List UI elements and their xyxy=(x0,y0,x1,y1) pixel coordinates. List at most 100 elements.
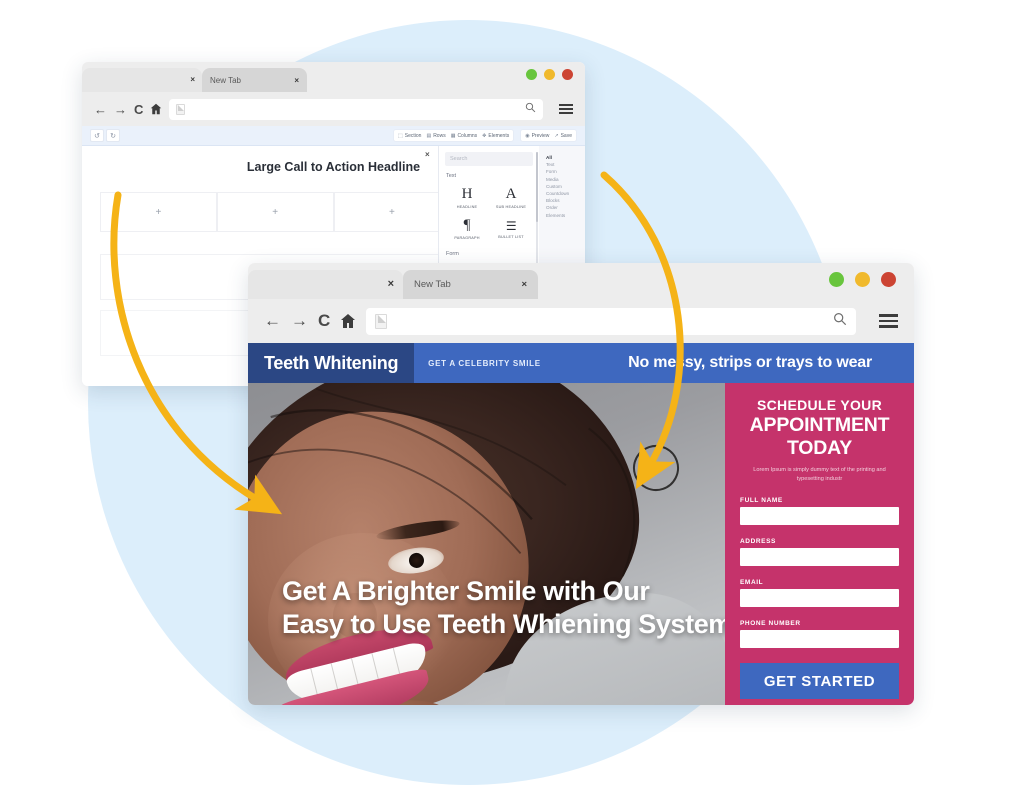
preview-tabstrip: × New Tab × xyxy=(248,263,914,299)
sidebar-item-countdown[interactable]: Countdown xyxy=(546,190,585,197)
add-element-plus-icon[interactable]: + xyxy=(155,207,161,218)
landing-top-bar: Teeth Whitening GET A CELEBRITY SMILE No… xyxy=(248,343,914,383)
close-dot-icon[interactable] xyxy=(562,69,573,80)
elements-tile-grid: H HEADLINE A SUB HEADLINE ¶ PARAGRAPH ☰ … xyxy=(445,182,533,244)
preview-icon: ◉ xyxy=(525,132,530,139)
paragraph-icon: ¶ xyxy=(463,217,471,233)
full-name-input[interactable] xyxy=(740,507,899,525)
get-started-button[interactable]: GET STARTED xyxy=(740,663,899,699)
minimize-dot-icon[interactable] xyxy=(829,272,844,287)
sidebar-item-text[interactable]: Text xyxy=(546,161,585,168)
add-element-plus-icon[interactable]: + xyxy=(389,207,395,218)
minimize-dot-icon[interactable] xyxy=(526,69,537,80)
element-tile-label: SUB HEADLINE xyxy=(495,205,527,209)
preview-tab-ghost-close-icon[interactable]: × xyxy=(388,278,394,290)
element-tile-paragraph[interactable]: ¶ PARAGRAPH xyxy=(445,213,489,244)
sidebar-item-elements[interactable]: Elements xyxy=(546,212,585,219)
toolbar-rows-label: Rows xyxy=(433,132,446,139)
forward-arrow-icon[interactable]: → xyxy=(114,102,127,117)
builder-navbar: ← → C xyxy=(82,92,585,126)
element-tile-headline[interactable]: H HEADLINE xyxy=(445,182,489,213)
form-description: Lorem Ipsum is simply dummy text of the … xyxy=(753,467,886,482)
maximize-dot-icon[interactable] xyxy=(544,69,555,80)
forward-arrow-icon[interactable]: → xyxy=(291,311,308,331)
preview-tab-label: New Tab xyxy=(414,279,451,290)
tagline-text: No messy, strips or trays to wear xyxy=(628,354,872,371)
email-input[interactable] xyxy=(740,589,899,607)
maximize-dot-icon[interactable] xyxy=(855,272,870,287)
address-input[interactable] xyxy=(740,548,899,566)
toolbar-rows-button[interactable]: ▤ Rows xyxy=(426,133,445,139)
element-tile-label: BULLET LIST xyxy=(498,234,524,239)
undo-icon[interactable]: ↺ xyxy=(90,129,104,142)
close-dot-icon[interactable] xyxy=(881,272,896,287)
element-tile-bullet-list[interactable]: ☰ BULLET LIST xyxy=(489,213,533,244)
save-icon: ↗ xyxy=(554,132,559,139)
toolbar-elements-button[interactable]: ✥ Elements xyxy=(482,133,509,139)
form-subtitle: SCHEDULE YOUR xyxy=(757,397,882,413)
back-arrow-icon[interactable]: ← xyxy=(264,311,281,331)
hero-headline: Get A Brighter Smile with Our Easy to Us… xyxy=(282,575,725,641)
element-tile-sub-headline[interactable]: A SUB HEADLINE xyxy=(489,182,533,213)
toolbar-columns-label: Columns xyxy=(457,132,478,139)
toolbar-preview-button[interactable]: ◉ Preview xyxy=(525,133,549,139)
preview-window-controls xyxy=(829,272,896,287)
hero-headline-line-2: Easy to Use Teeth Whiening System xyxy=(282,609,725,639)
builder-window-controls xyxy=(526,69,573,80)
home-icon[interactable] xyxy=(340,313,356,329)
page-document-icon xyxy=(176,103,186,115)
sidebar-item-media[interactable]: Media xyxy=(546,176,585,183)
back-arrow-icon[interactable]: ← xyxy=(94,102,107,117)
sidebar-item-form[interactable]: Form xyxy=(546,168,585,175)
hero-headline-line-1: Get A Brighter Smile with Our xyxy=(282,576,650,606)
phone-number-input[interactable] xyxy=(740,630,899,648)
landing-body: Get A Brighter Smile with Our Easy to Us… xyxy=(248,383,914,705)
illustration-stage: × New Tab × ← → C ↺ ↻ ⬚ Section ▤ Rows ▦… xyxy=(0,0,1024,785)
toolbar-section-button[interactable]: ⬚ Section xyxy=(398,133,421,139)
builder-tab-ghost[interactable]: × xyxy=(82,68,202,92)
canvas-column-cell[interactable]: + xyxy=(216,192,334,232)
preview-navbar: ← → C xyxy=(248,299,914,343)
builder-tab-close-icon[interactable]: × xyxy=(294,76,299,85)
address-label: ADDRESS xyxy=(740,538,776,545)
builder-toolbar: ↺ ↻ ⬚ Section ▤ Rows ▦ Columns ✥ Element… xyxy=(82,126,585,146)
menu-icon[interactable] xyxy=(879,314,898,328)
redo-icon[interactable]: ↻ xyxy=(106,129,120,142)
preview-address-bar[interactable] xyxy=(366,307,856,335)
sidebar-item-blocks[interactable]: Blocks xyxy=(546,197,585,204)
reload-icon[interactable]: C xyxy=(318,311,330,331)
toolbar-preview-label: Preview xyxy=(531,132,550,139)
builder-address-bar[interactable] xyxy=(169,98,543,120)
rows-icon: ▤ xyxy=(426,132,432,139)
menu-icon[interactable] xyxy=(559,104,573,114)
builder-toolbar-right: ⬚ Section ▤ Rows ▦ Columns ✥ Elements ◉ … xyxy=(393,129,577,142)
home-icon[interactable] xyxy=(150,103,162,115)
search-icon[interactable] xyxy=(833,312,847,330)
sidebar-item-custom[interactable]: Custom xyxy=(546,183,585,190)
elements-panel-close-icon[interactable]: × xyxy=(425,150,430,159)
top-bar-right: GET A CELEBRITY SMILE No messy, strips o… xyxy=(414,343,914,383)
sidebar-item-all[interactable]: All xyxy=(546,154,585,161)
builder-tab-active[interactable]: New Tab × xyxy=(202,68,307,92)
appointment-form-panel: SCHEDULE YOUR APPOINTMENT TODAY Lorem Ip… xyxy=(725,383,914,705)
builder-tab-ghost-close-icon[interactable]: × xyxy=(190,75,195,84)
bullet-list-icon: ☰ xyxy=(505,218,517,233)
canvas-column-cell[interactable]: + xyxy=(333,192,451,232)
pupil-shape xyxy=(407,552,425,569)
preview-tab-active[interactable]: New Tab × xyxy=(403,270,538,299)
preview-tab-ghost[interactable]: × xyxy=(248,270,403,299)
sidebar-item-order[interactable]: Order xyxy=(546,204,585,211)
page-document-icon xyxy=(375,313,388,329)
reload-icon[interactable]: C xyxy=(134,102,143,117)
undo-redo-group: ↺ ↻ xyxy=(90,129,120,142)
add-element-plus-icon[interactable]: + xyxy=(272,207,278,218)
elements-icon: ✥ xyxy=(482,132,487,139)
toolbar-section-label: Section xyxy=(404,132,422,139)
toolbar-save-button[interactable]: ↗ Save xyxy=(554,133,572,139)
search-icon[interactable] xyxy=(525,102,536,116)
canvas-column-cell[interactable]: + xyxy=(100,192,217,232)
elements-category-text: Text xyxy=(446,173,457,179)
preview-tab-close-icon[interactable]: × xyxy=(521,279,527,290)
toolbar-columns-button[interactable]: ▦ Columns xyxy=(451,133,477,139)
elements-search-input[interactable]: Search xyxy=(445,152,533,166)
